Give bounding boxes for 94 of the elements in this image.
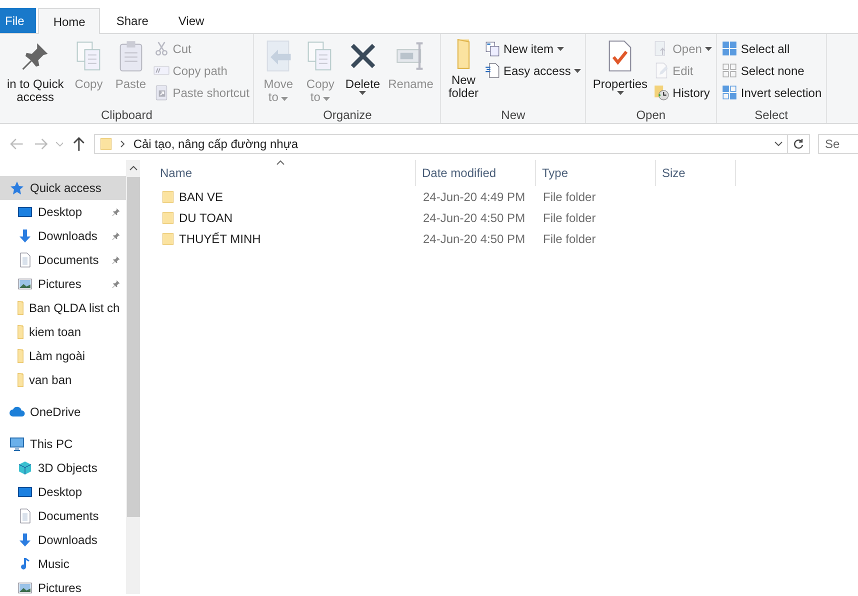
type-cell: File folder <box>543 190 596 204</box>
download-icon <box>17 228 33 244</box>
group-label: Select <box>754 108 788 123</box>
folder-icon <box>17 349 24 363</box>
refresh-icon <box>793 138 804 150</box>
file-name: BAN VE <box>179 190 224 204</box>
folder-icon <box>17 301 24 315</box>
nav-item[interactable]: Downloads <box>0 528 126 552</box>
nav-item[interactable]: Documents <box>0 248 126 272</box>
select-all-icon <box>720 40 738 57</box>
folder-icon <box>161 210 175 226</box>
scrollbar[interactable] <box>126 160 140 594</box>
forward-icon[interactable] <box>34 138 48 150</box>
folder-icon <box>161 230 175 246</box>
date-cell: 24-Jun-20 4:50 PM <box>423 232 526 246</box>
nav-item[interactable]: This PC <box>0 432 126 456</box>
document-icon <box>17 508 33 524</box>
star-icon <box>9 180 25 196</box>
chevron-down-icon[interactable] <box>56 142 64 146</box>
type-cell: File folder <box>543 210 596 224</box>
ribbon-button[interactable]: Properties <box>590 37 651 108</box>
new-item-icon <box>484 40 500 57</box>
ribbon-button[interactable]: Easy access <box>484 62 581 79</box>
nav-item[interactable]: kiem toan <box>0 320 126 344</box>
nav-item[interactable]: Downloads <box>0 224 126 248</box>
document-icon <box>484 62 500 79</box>
ribbon-tab[interactable]: Share <box>102 8 162 33</box>
date-cell: 24-Jun-20 4:50 PM <box>423 210 526 224</box>
pictures-icon <box>17 276 33 292</box>
pin-icon <box>111 231 121 241</box>
ribbon-button[interactable]: New folder <box>445 37 482 108</box>
download-icon <box>17 532 33 548</box>
file-row[interactable]: BAN VE 24-Jun-20 4:49 PM File folder <box>154 186 858 207</box>
nav-item[interactable]: Pictures <box>0 272 126 296</box>
refresh-button[interactable] <box>788 134 810 154</box>
column-header[interactable]: Date modified <box>416 160 536 186</box>
chevron-right-icon <box>120 140 126 148</box>
history-icon <box>652 84 670 101</box>
nav-item[interactable]: Documents <box>0 504 126 528</box>
date-cell: 24-Jun-20 4:49 PM <box>423 190 526 204</box>
pin-icon <box>111 255 121 265</box>
group-label: Open <box>636 108 666 123</box>
ribbon-button[interactable]: History <box>652 84 712 101</box>
column-header[interactable]: Size <box>656 160 736 186</box>
column-header[interactable]: Type <box>536 160 656 186</box>
ribbon-tab[interactable]: Home <box>38 8 100 34</box>
ribbon-button[interactable]: in to Quick access <box>4 37 67 108</box>
scroll-up-icon[interactable] <box>128 165 138 171</box>
file-tab[interactable]: File <box>0 8 36 33</box>
pin-icon <box>111 207 121 217</box>
group-label: New <box>501 108 526 123</box>
nav-item[interactable]: van ban <box>0 368 126 392</box>
ribbon-button[interactable]: New item <box>484 40 581 57</box>
pin-icon <box>111 279 121 289</box>
folder-icon <box>161 188 175 204</box>
select-none-icon <box>720 62 738 79</box>
scissors-icon <box>152 40 170 57</box>
computer-icon <box>9 436 25 452</box>
desktop-icon <box>17 204 33 220</box>
folder-icon <box>17 325 24 339</box>
folder-icon <box>456 39 471 69</box>
document-icon <box>17 252 33 268</box>
invert-selection-icon <box>720 84 738 101</box>
file-name: THUYẾT MINH <box>179 232 261 246</box>
nav-item[interactable]: Quick access <box>0 176 126 200</box>
ribbon-tab[interactable]: View <box>164 8 218 33</box>
ribbon-button[interactable]: Delete <box>342 37 384 108</box>
file-row[interactable]: THUYẾT MINH 24-Jun-20 4:50 PM File folder <box>154 228 858 249</box>
nav-item[interactable]: Desktop <box>0 200 126 224</box>
nav-item[interactable]: OneDrive <box>0 400 126 424</box>
address-field[interactable]: Cải tạo, nâng cấp đường nhựa <box>94 134 788 154</box>
ribbon-button[interactable]: Select none <box>720 62 822 79</box>
search-field[interactable]: Se <box>818 134 858 154</box>
folder-icon <box>17 373 24 387</box>
desktop-icon <box>17 484 33 500</box>
nav-item[interactable]: Music <box>0 552 126 576</box>
group-label: Organize <box>323 108 372 123</box>
ribbon-button[interactable]: Select all <box>720 40 822 57</box>
column-header[interactable]: Name <box>154 160 416 186</box>
nav-item[interactable]: Làm ngoài <box>0 344 126 368</box>
folder-icon <box>99 136 114 152</box>
group-label: Clipboard <box>101 108 152 123</box>
up-arrow-icon[interactable] <box>73 137 86 151</box>
nav-item[interactable]: Pictures <box>0 576 126 594</box>
file-row[interactable]: DU TOAN 24-Jun-20 4:50 PM File folder <box>154 207 858 228</box>
nav-item[interactable]: 3D Objects <box>0 456 126 480</box>
chevron-down-icon <box>774 141 784 147</box>
type-cell: File folder <box>543 232 596 246</box>
nav-item[interactable]: Desktop <box>0 480 126 504</box>
cube-icon <box>17 460 33 476</box>
file-name: DU TOAN <box>179 210 233 224</box>
ribbon-button[interactable]: Invert selection <box>720 84 822 101</box>
nav-item[interactable]: Ban QLDA list ch <box>0 296 126 320</box>
back-icon[interactable] <box>10 138 24 150</box>
